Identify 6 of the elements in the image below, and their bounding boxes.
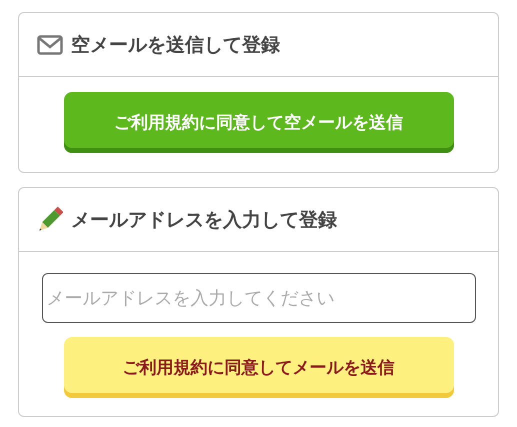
send-button[interactable]: ご利用規約に同意してメールを送信 — [64, 337, 454, 398]
pencil-icon — [37, 206, 63, 234]
section-title: メールアドレスを入力して登録 — [71, 208, 337, 232]
section-title: 空メールを送信して登録 — [71, 32, 280, 58]
envelope-icon — [37, 34, 63, 54]
email-field[interactable]: メールアドレスを入力してください — [42, 273, 476, 323]
